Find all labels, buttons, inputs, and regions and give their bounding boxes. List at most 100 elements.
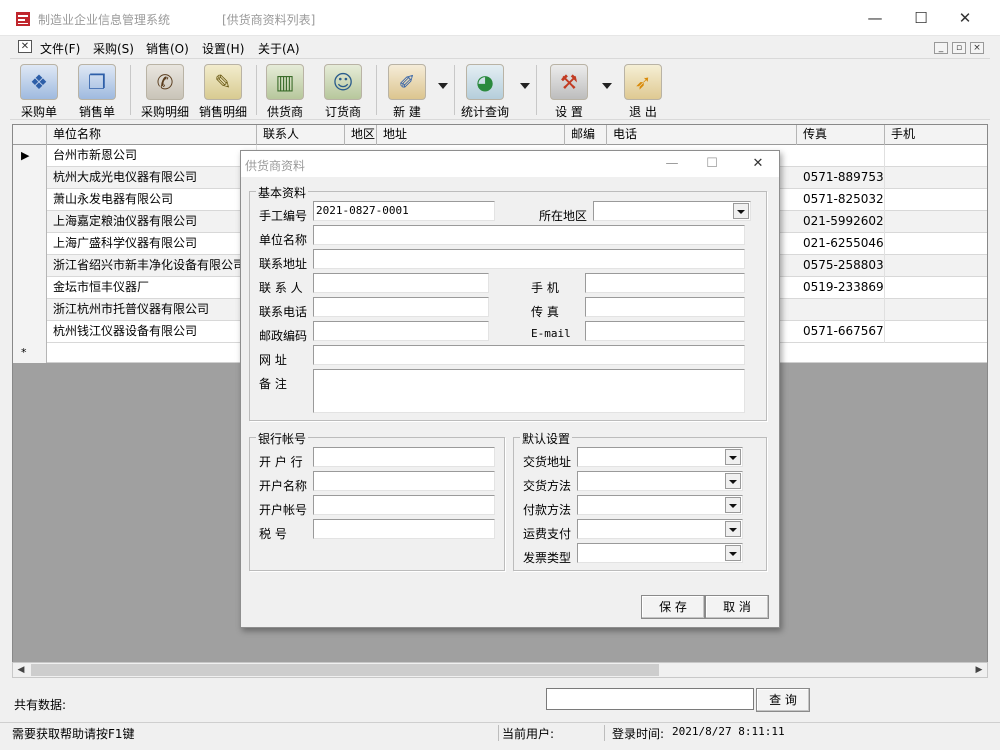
remark-label: 备 注: [259, 377, 287, 391]
account-name-field[interactable]: [313, 471, 495, 491]
toolbar-button-purchase-order[interactable]: ❖ 采购单: [10, 61, 68, 119]
toolbar-button-purchase-detail[interactable]: ✆ 采购明细: [136, 61, 194, 119]
account-no-field[interactable]: [313, 495, 495, 515]
menu-file[interactable]: 文件(F): [40, 40, 80, 57]
email-field[interactable]: [585, 321, 745, 341]
email-label: E-mail: [531, 327, 571, 340]
fax-field[interactable]: [585, 297, 745, 317]
zip-label: 邮政编码: [259, 329, 308, 343]
delivery-address-select[interactable]: [577, 447, 743, 467]
delivery-method-select[interactable]: [577, 471, 743, 491]
dialog-close-button[interactable]: ✕: [745, 153, 771, 175]
account-no-label: 开户帐号: [259, 503, 308, 517]
column-header[interactable]: 地址: [377, 125, 565, 145]
chevron-down-icon[interactable]: [725, 449, 741, 465]
chevron-down-icon[interactable]: [725, 473, 741, 489]
column-header[interactable]: 手机: [885, 125, 987, 145]
toolbar-button-settings[interactable]: ⚒ 设 置: [540, 61, 598, 119]
customer-icon: ☺: [324, 64, 362, 100]
menu-purchase[interactable]: 采购(S): [93, 40, 134, 57]
current-user-label: 当前用户:: [502, 727, 555, 741]
column-header[interactable]: 传真: [797, 125, 885, 145]
window-subtitle: [供货商资料列表]: [222, 13, 316, 27]
tax-no-label: 税 号: [259, 527, 287, 541]
window-title: 制造业企业信息管理系统: [38, 13, 171, 27]
bank-field[interactable]: [313, 447, 495, 467]
invoice-type-label: 发票类型: [523, 551, 572, 565]
chevron-down-icon[interactable]: [733, 203, 749, 219]
toolbar-button-exit[interactable]: ➶ 退 出: [614, 61, 672, 119]
mdi-close-button[interactable]: ×: [970, 42, 984, 54]
toolbar-button-statistics[interactable]: ◕ 统计查询: [456, 61, 514, 119]
new-icon: ✐: [388, 64, 426, 100]
mdi-restore-button[interactable]: ▫: [952, 42, 966, 54]
supplier-dialog: 供货商资料 — ☐ ✕ 基本资料 手工编号 2021-0827-0001 所在地…: [240, 150, 780, 628]
new-dropdown-arrow-icon[interactable]: [438, 83, 448, 89]
dialog-minimize-icon: —: [665, 156, 679, 171]
phone-field[interactable]: [313, 297, 489, 317]
column-header[interactable]: 邮编: [565, 125, 607, 145]
minimize-button[interactable]: —: [860, 6, 890, 30]
app-logo-icon: [16, 12, 30, 26]
login-time-value: 2021/8/27 8:11:11: [672, 725, 785, 738]
address-label: 联系地址: [259, 257, 308, 271]
tax-no-field[interactable]: [313, 519, 495, 539]
scroll-right-icon[interactable]: ▶: [971, 663, 987, 677]
toolbar-button-new[interactable]: ✐ 新 建: [378, 61, 436, 119]
toolbar-button-customer[interactable]: ☺ 订货商: [314, 61, 372, 119]
menu-about[interactable]: 关于(A): [258, 40, 300, 57]
remark-field[interactable]: [313, 369, 745, 413]
website-field[interactable]: [313, 345, 745, 365]
menu-settings[interactable]: 设置(H): [202, 40, 244, 57]
new-row-indicator: *: [13, 343, 47, 363]
exit-icon: ➶: [624, 64, 662, 100]
manual-no-field[interactable]: 2021-0827-0001: [313, 201, 495, 221]
menu-bar: ✕ 文件(F) 采购(S) 销售(O) 设置(H) 关于(A) _ ▫ ×: [0, 36, 1000, 58]
toolbar-button-sales-order[interactable]: ❐ 销售单: [68, 61, 126, 119]
toolbar-button-sales-detail[interactable]: ✎ 销售明细: [194, 61, 252, 119]
column-header[interactable]: 单位名称: [47, 125, 257, 145]
chevron-down-icon[interactable]: [725, 545, 741, 561]
column-header[interactable]: 电话: [607, 125, 797, 145]
statistics-icon: ◕: [466, 64, 504, 100]
close-button[interactable]: ✕: [950, 6, 980, 30]
scrollbar-thumb[interactable]: [31, 664, 659, 676]
unit-name-label: 单位名称: [259, 233, 308, 247]
purchase-detail-icon: ✆: [146, 64, 184, 100]
mdi-minimize-button[interactable]: _: [934, 42, 948, 54]
settings-dropdown-arrow-icon[interactable]: [602, 83, 612, 89]
payment-method-select[interactable]: [577, 495, 743, 515]
save-button[interactable]: 保 存: [641, 595, 705, 619]
chevron-down-icon[interactable]: [725, 521, 741, 537]
column-header[interactable]: 联系人: [257, 125, 345, 145]
contact-field[interactable]: [313, 273, 489, 293]
column-header[interactable]: 地区: [345, 125, 377, 145]
chevron-down-icon[interactable]: [725, 497, 741, 513]
menu-sales[interactable]: 销售(O): [146, 40, 189, 57]
unit-name-field[interactable]: [313, 225, 745, 245]
sales-detail-icon: ✎: [204, 64, 242, 100]
maximize-button[interactable]: ☐: [906, 6, 936, 30]
delivery-method-label: 交货方法: [523, 479, 572, 493]
toolbar: ❖ 采购单 ❐ 销售单 ✆ 采购明细 ✎ 销售明细 ▥ 供货商 ☺ 订货商 ✐ …: [10, 58, 990, 120]
query-button[interactable]: 查 询: [756, 688, 810, 712]
region-select[interactable]: [593, 201, 751, 221]
phone-label: 联系电话: [259, 305, 308, 319]
dialog-maximize-icon: ☐: [706, 156, 718, 171]
horizontal-scrollbar[interactable]: ◀ ▶: [12, 662, 988, 678]
zip-field[interactable]: [313, 321, 489, 341]
dialog-title: 供货商资料: [245, 159, 306, 173]
invoice-type-select[interactable]: [577, 543, 743, 563]
freight-select[interactable]: [577, 519, 743, 539]
address-field[interactable]: [313, 249, 745, 269]
query-input[interactable]: [546, 688, 754, 710]
scroll-left-icon[interactable]: ◀: [13, 663, 29, 677]
cancel-button[interactable]: 取 消: [705, 595, 769, 619]
total-count-label: 共有数据:: [14, 698, 67, 712]
toolbar-button-supplier[interactable]: ▥ 供货商: [256, 61, 314, 119]
mobile-field[interactable]: [585, 273, 745, 293]
statistics-dropdown-arrow-icon[interactable]: [520, 83, 530, 89]
region-label: 所在地区: [539, 209, 588, 223]
system-menu-icon[interactable]: ✕: [18, 40, 32, 53]
contact-label: 联 系 人: [259, 281, 303, 295]
